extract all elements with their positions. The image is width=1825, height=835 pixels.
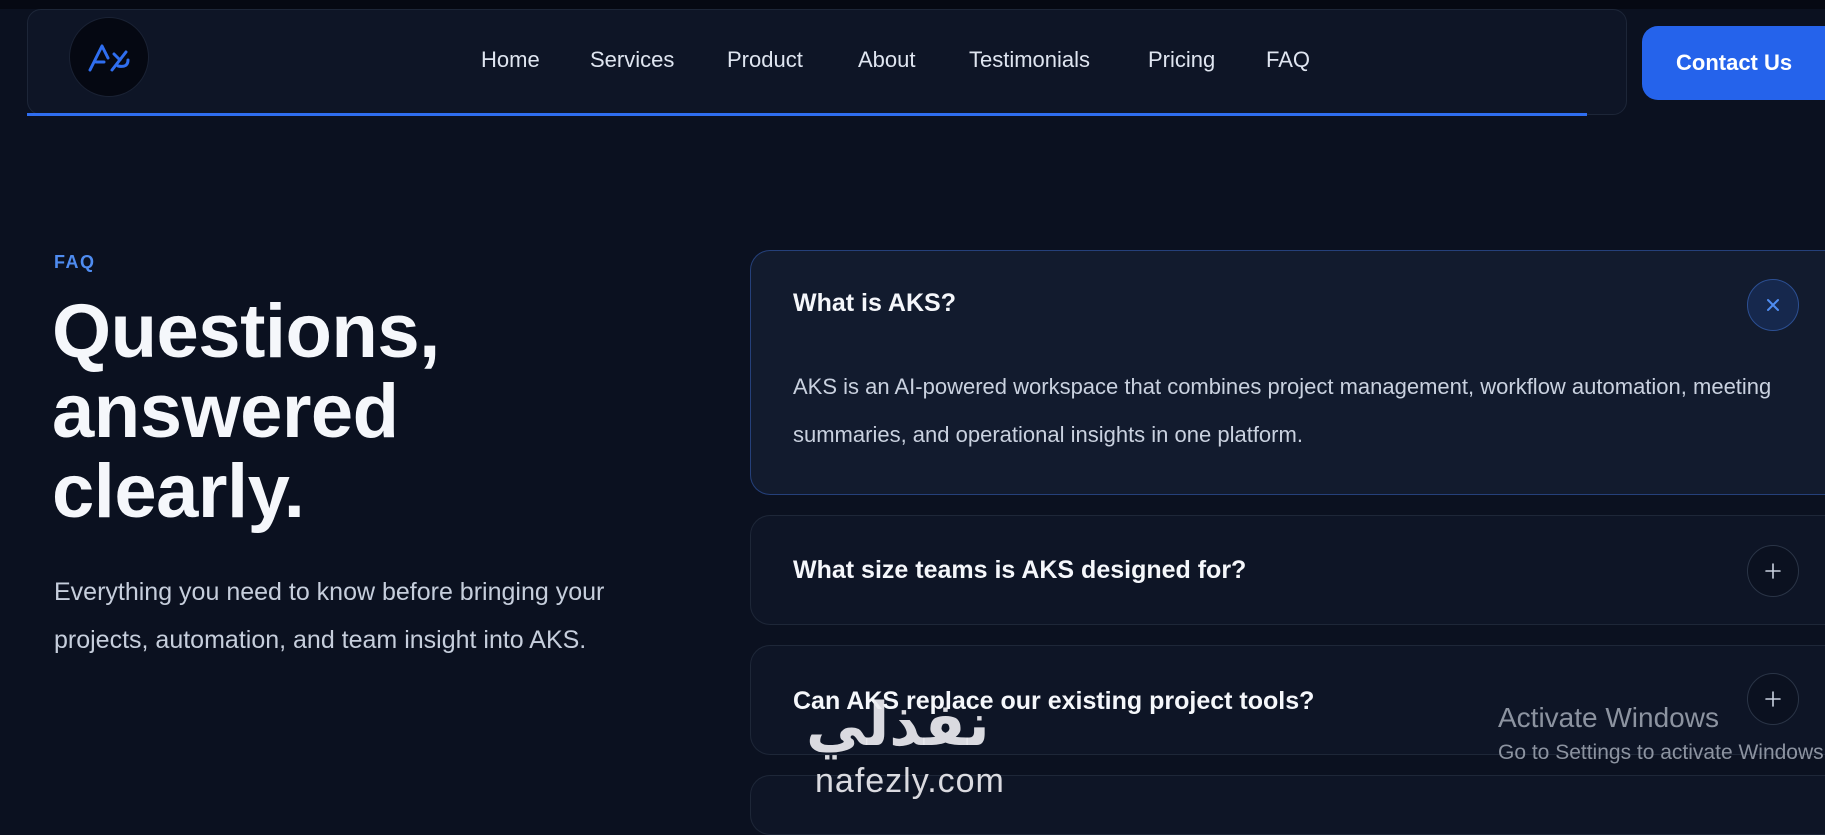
- page-title: Questions, answered clearly.: [52, 292, 612, 532]
- faq-expand-button[interactable]: [1747, 673, 1799, 725]
- nav-about[interactable]: About: [858, 47, 916, 73]
- faq-item-what-is-aks[interactable]: What is AKS? AKS is an AI-powered worksp…: [750, 250, 1825, 495]
- aks-logo-icon: [88, 44, 130, 72]
- scroll-progress-bar: [27, 113, 1587, 116]
- section-eyebrow: FAQ: [54, 252, 96, 272]
- logo[interactable]: [69, 17, 149, 97]
- nav-pricing[interactable]: Pricing: [1148, 47, 1215, 73]
- watermark-arabic: نفذلي: [806, 690, 990, 760]
- top-strip: [0, 0, 1825, 9]
- section-description: Everything you need to know before bring…: [54, 578, 605, 654]
- nav-services[interactable]: Services: [590, 47, 674, 73]
- headline-line: Questions,: [52, 289, 440, 374]
- nav-product[interactable]: Product: [727, 47, 803, 73]
- headline-line: clearly.: [52, 449, 305, 534]
- faq-item-team-size[interactable]: What size teams is AKS designed for?: [750, 515, 1825, 625]
- faq-question[interactable]: What is AKS?: [793, 289, 956, 318]
- headline-line: answered: [52, 369, 399, 454]
- contact-us-button[interactable]: Contact Us: [1642, 26, 1825, 100]
- activate-windows-title: Activate Windows: [1498, 702, 1719, 733]
- navbar: [27, 9, 1627, 115]
- watermark-url: nafezly.com: [815, 762, 1005, 800]
- faq-expand-button[interactable]: [1747, 545, 1799, 597]
- nav-home[interactable]: Home: [481, 47, 540, 73]
- nav-faq[interactable]: FAQ: [1266, 47, 1310, 73]
- plus-icon: [1765, 691, 1781, 707]
- close-icon: [1767, 299, 1779, 311]
- faq-question[interactable]: What size teams is AKS designed for?: [793, 556, 1246, 585]
- activate-windows-subtitle: Go to Settings to activate Windows.: [1498, 741, 1825, 764]
- nav-testimonials[interactable]: Testimonials: [969, 47, 1090, 73]
- faq-answer: AKS is an AI-powered workspace that comb…: [793, 374, 1772, 447]
- faq-collapse-button[interactable]: [1747, 279, 1799, 331]
- plus-icon: [1765, 563, 1781, 579]
